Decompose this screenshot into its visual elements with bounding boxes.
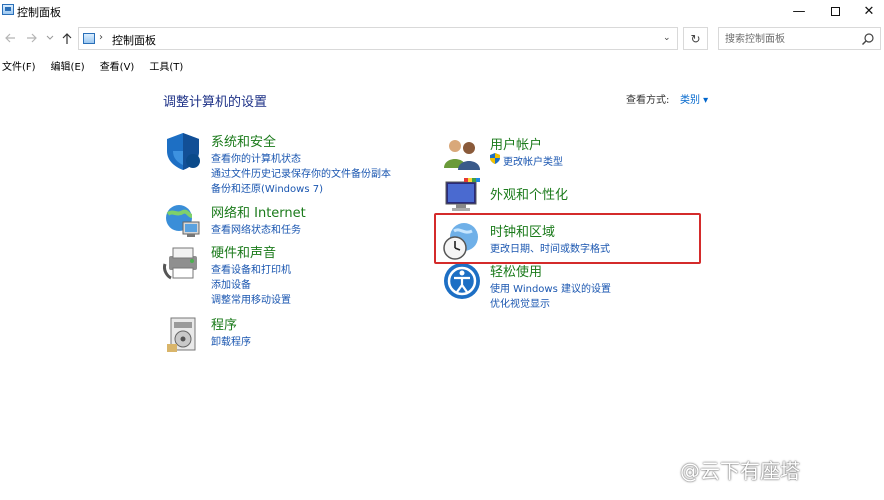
recent-locations-button[interactable] <box>42 30 58 46</box>
maximize-icon <box>830 6 840 16</box>
category-title[interactable]: 网络和 Internet <box>211 202 306 221</box>
monitor-palette-icon[interactable] <box>442 176 482 216</box>
refresh-button[interactable]: ↻ <box>683 27 708 50</box>
users-icon[interactable] <box>442 134 482 174</box>
window-title: 控制面板 <box>17 6 61 19</box>
category-network-internet: 网络和 Internet 查看网络状态和任务 <box>163 202 423 238</box>
watermark: @云下有座塔 <box>680 459 800 483</box>
category-programs: 程序 卸载程序 <box>163 314 423 354</box>
link-mobility-settings[interactable]: 调整常用移动设置 <box>211 291 291 306</box>
link-network-status[interactable]: 查看网络状态和任务 <box>211 221 301 236</box>
maximize-button[interactable] <box>816 0 854 22</box>
shield-icon[interactable] <box>163 131 203 171</box>
address-dropdown-icon[interactable]: ⌄ <box>663 33 671 43</box>
link-uninstall-program[interactable]: 卸载程序 <box>211 333 251 348</box>
menu-file[interactable]: 文件(F) <box>1 58 36 74</box>
control-panel-icon <box>83 33 95 44</box>
category-hardware-sound: 硬件和声音 查看设备和打印机 添加设备 调整常用移动设置 <box>163 242 423 306</box>
search-input[interactable] <box>725 31 855 47</box>
printer-icon[interactable] <box>163 242 203 282</box>
search-icon[interactable] <box>861 32 875 46</box>
link-view-computer-status[interactable]: 查看你的计算机状态 <box>211 150 301 165</box>
chevron-down-icon <box>46 35 54 40</box>
link-recommended-settings[interactable]: 使用 Windows 建议的设置 <box>490 280 611 295</box>
link-optimize-display[interactable]: 优化视觉显示 <box>490 295 550 310</box>
category-title[interactable]: 系统和安全 <box>211 131 276 150</box>
ease-of-access-icon[interactable] <box>442 261 482 301</box>
category-title[interactable]: 外观和个性化 <box>490 184 568 203</box>
search-box[interactable] <box>718 27 881 50</box>
link-file-history-backup[interactable]: 通过文件历史记录保存你的文件备份副本 <box>211 165 391 180</box>
view-by-label: 查看方式: <box>626 95 670 106</box>
page-title: 调整计算机的设置 <box>163 95 268 110</box>
control-panel-icon <box>2 4 14 15</box>
breadcrumb-control-panel[interactable]: 控制面板 <box>112 32 156 48</box>
link-devices-printers[interactable]: 查看设备和打印机 <box>211 261 291 276</box>
forward-button[interactable] <box>24 30 40 46</box>
category-system-security: 系统和安全 查看你的计算机状态 通过文件历史记录保存你的文件备份副本 备份和还原… <box>163 131 423 195</box>
navigation-bar: › 控制面板 ⌄ ↻ <box>0 24 884 54</box>
view-by-dropdown[interactable]: 类别 ▾ <box>680 91 708 106</box>
view-by: 查看方式: 类别 ▾ <box>626 91 708 106</box>
link-backup-restore[interactable]: 备份和还原(Windows 7) <box>211 180 323 195</box>
minimize-button[interactable]: — <box>780 0 818 22</box>
menu-view[interactable]: 查看(V) <box>99 58 135 74</box>
arrow-left-icon <box>5 33 15 43</box>
category-user-accounts: 用户帐户 更改帐户类型 <box>442 134 702 170</box>
link-add-device[interactable]: 添加设备 <box>211 276 251 291</box>
close-button[interactable]: ✕ <box>850 0 884 22</box>
category-title[interactable]: 硬件和声音 <box>211 242 276 261</box>
category-appearance-personalization: 外观和个性化 <box>442 176 702 216</box>
back-button[interactable] <box>2 30 18 46</box>
highlight-annotation <box>434 213 701 264</box>
category-ease-of-access: 轻松使用 使用 Windows 建议的设置 优化视觉显示 <box>442 261 702 310</box>
menu-edit[interactable]: 编辑(E) <box>50 58 85 74</box>
menu-bar: 文件(F) 编辑(E) 查看(V) 工具(T) <box>0 58 197 74</box>
breadcrumb-separator[interactable]: › <box>99 32 103 43</box>
arrow-right-icon <box>27 33 37 43</box>
title-bar: 控制面板 — ✕ <box>0 0 884 22</box>
category-title[interactable]: 用户帐户 <box>490 134 542 153</box>
arrow-up-icon <box>62 32 72 44</box>
up-button[interactable] <box>59 30 75 46</box>
address-bar[interactable]: › 控制面板 ⌄ <box>78 27 678 50</box>
network-globe-icon[interactable] <box>163 202 203 242</box>
programs-icon[interactable] <box>163 314 203 354</box>
uac-shield-icon <box>490 153 500 164</box>
category-title[interactable]: 程序 <box>211 314 237 333</box>
menu-tools[interactable]: 工具(T) <box>148 58 183 74</box>
link-change-account-type[interactable]: 更改帐户类型 <box>503 153 563 168</box>
